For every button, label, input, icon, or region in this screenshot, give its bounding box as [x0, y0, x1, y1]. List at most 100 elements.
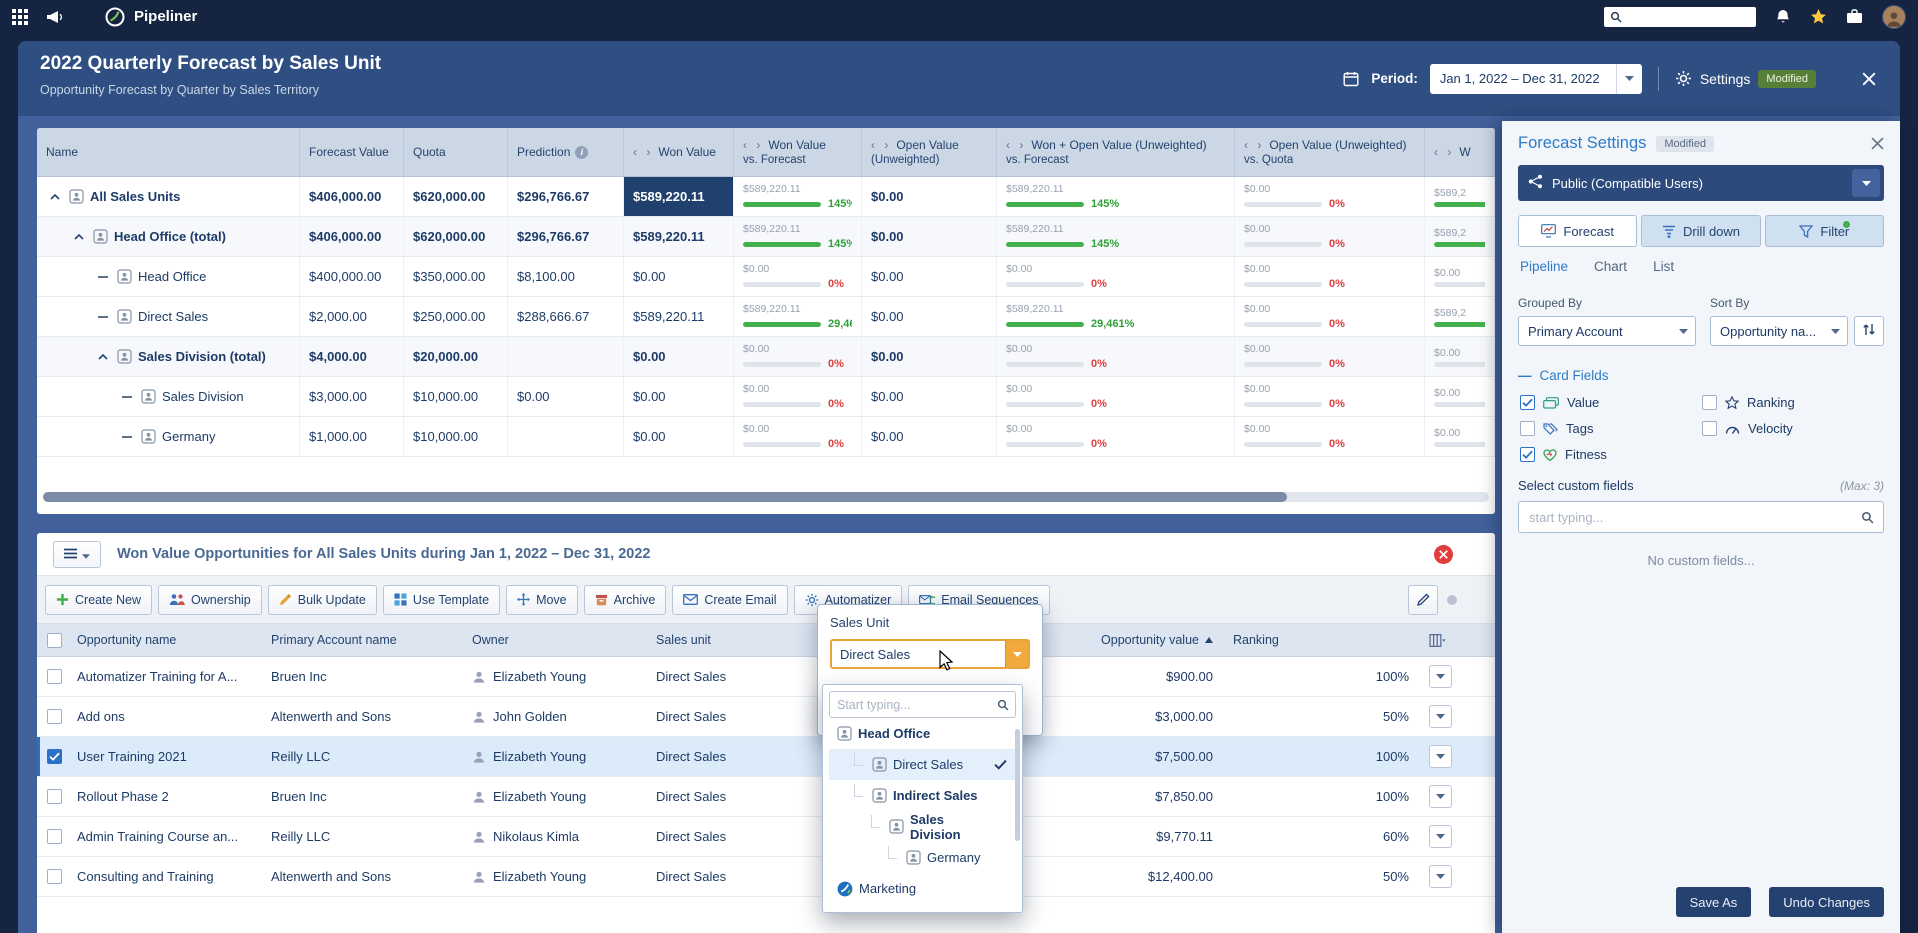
card-field-ranking[interactable]: Ranking [1702, 395, 1884, 410]
won-value-cell[interactable]: $0.00 [624, 417, 734, 456]
sales-unit-search[interactable] [829, 691, 1016, 718]
period-select[interactable]: Jan 1, 2022 – Dec 31, 2022 [1430, 64, 1642, 94]
won-value-cell[interactable]: $589,220.11 [624, 177, 734, 216]
column-resize-icons[interactable]: ‹ › [1244, 138, 1264, 152]
card-field-tags[interactable]: Tags [1520, 421, 1702, 436]
forecast-name-cell[interactable]: Head Office [37, 257, 300, 296]
column-resize-icons[interactable]: ‹ › [633, 145, 653, 159]
forecast-col-won-open-value-unweighted[interactable]: ‹ ›Won + Open Value (Unweighted) vs. For… [997, 128, 1235, 176]
checkbox[interactable] [1520, 447, 1535, 462]
row-checkbox[interactable] [47, 749, 62, 764]
save-as-button[interactable]: Save As [1676, 887, 1752, 917]
settings-button[interactable]: Settings Modified [1675, 70, 1816, 88]
sales-unit-option-indirect-sales[interactable]: Indirect Sales [829, 780, 1016, 811]
collapse-icon[interactable] [95, 354, 111, 360]
col-header-owner[interactable]: Owner [462, 633, 646, 647]
sort-direction-button[interactable] [1854, 316, 1884, 346]
use-template-button[interactable]: Use Template [383, 585, 500, 615]
col-header-sales-unit[interactable]: Sales unit [646, 633, 817, 647]
opportunity-row[interactable]: Add ons Altenwerth and Sons John Golden … [37, 697, 1495, 737]
opportunity-name-cell[interactable]: Automatizer Training for A... [67, 657, 261, 696]
briefcase-icon[interactable] [1846, 9, 1863, 24]
forecast-col-won-value[interactable]: ‹ ›Won Value [624, 128, 734, 176]
move-button[interactable]: Move [506, 585, 578, 615]
announcements-megaphone-icon[interactable] [46, 10, 64, 24]
sales-unit-option-direct-sales[interactable]: Direct Sales [829, 749, 1016, 780]
row-expand-button[interactable] [1429, 825, 1452, 848]
subtab-pipeline[interactable]: Pipeline [1520, 259, 1568, 274]
tab-filter[interactable]: Filter [1765, 215, 1884, 247]
col-header-ranking[interactable]: Ranking [1223, 633, 1419, 647]
won-value-cell[interactable]: $0.00 [624, 257, 734, 296]
forecast-name-cell[interactable]: Direct Sales [37, 297, 300, 336]
app-grid-icon[interactable] [12, 9, 28, 25]
column-resize-icons[interactable]: ‹ › [871, 138, 891, 152]
column-resize-icons[interactable]: ‹ › [743, 138, 763, 152]
sales-unit-combobox[interactable]: Direct Sales [830, 639, 1030, 669]
card-field-value[interactable]: Value [1520, 395, 1702, 410]
ownership-button[interactable]: Ownership [158, 585, 262, 615]
forecast-col-open-value-unweighted[interactable]: ‹ ›Open Value (Unweighted) vs. Quota [1235, 128, 1425, 176]
forecast-row[interactable]: All Sales Units $406,000.00 $620,000.00 … [37, 177, 1495, 217]
opportunity-row[interactable]: Rollout Phase 2 Bruen Inc Elizabeth Youn… [37, 777, 1495, 817]
won-value-cell[interactable]: $0.00 [624, 377, 734, 416]
favorites-star-icon[interactable] [1810, 9, 1827, 25]
tab-drill-down[interactable]: Drill down [1641, 215, 1760, 247]
tab-forecast[interactable]: Forecast [1518, 215, 1637, 247]
chevron-down-icon[interactable] [1005, 641, 1028, 667]
select-all-checkbox[interactable] [47, 633, 62, 648]
column-resize-icons[interactable]: ‹ › [1434, 145, 1454, 159]
opportunity-name-cell[interactable]: User Training 2021 [67, 737, 261, 776]
col-header-opportunity-name[interactable]: Opportunity name [67, 633, 261, 647]
forecast-row[interactable]: Head Office (total) $406,000.00 $620,000… [37, 217, 1495, 257]
row-expand-button[interactable] [1429, 785, 1452, 808]
visibility-selector[interactable]: Public (Compatible Users) [1518, 165, 1884, 201]
collapse-icon[interactable] [71, 234, 87, 240]
opportunity-row[interactable]: User Training 2021 Reilly LLC Elizabeth … [37, 737, 1495, 777]
row-checkbox[interactable] [47, 669, 62, 684]
close-report-icon[interactable] [1862, 72, 1876, 86]
sales-unit-search-input[interactable] [830, 698, 997, 712]
forecast-col-won-value[interactable]: ‹ ›Won Value vs. Forecast [734, 128, 862, 176]
opportunity-name-cell[interactable]: Rollout Phase 2 [67, 777, 261, 816]
opportunity-name-cell[interactable]: Admin Training Course an... [67, 817, 261, 856]
forecast-row[interactable]: Sales Division $3,000.00 $10,000.00 $0.0… [37, 377, 1495, 417]
checkbox[interactable] [1702, 395, 1717, 410]
won-value-cell[interactable]: $589,220.11 [624, 217, 734, 256]
col-header-primary-account[interactable]: Primary Account name [261, 633, 462, 647]
sales-unit-option-sales-division[interactable]: Sales Division [829, 811, 1016, 842]
sales-unit-option-marketing[interactable]: Marketing [829, 873, 1016, 904]
user-avatar[interactable] [1882, 5, 1906, 29]
forecast-col-name[interactable]: Name [37, 128, 300, 176]
undo-changes-button[interactable]: Undo Changes [1769, 887, 1884, 917]
row-checkbox[interactable] [47, 869, 62, 884]
col-header-opportunity-value[interactable]: Opportunity value [1046, 633, 1223, 647]
forecast-col-w[interactable]: ‹ ›W [1425, 128, 1495, 176]
forecast-row[interactable]: Direct Sales $2,000.00 $250,000.00 $288,… [37, 297, 1495, 337]
column-resize-icons[interactable]: ‹ › [1006, 138, 1026, 152]
row-expand-button[interactable] [1429, 705, 1452, 728]
info-icon[interactable]: i [575, 146, 588, 159]
sort-by-select[interactable]: Opportunity na... [1710, 316, 1848, 346]
row-checkbox[interactable] [47, 709, 62, 724]
row-expand-button[interactable] [1429, 745, 1452, 768]
won-value-cell[interactable]: $589,220.11 [624, 297, 734, 336]
grouped-by-select[interactable]: Primary Account [1518, 316, 1696, 346]
notifications-bell-icon[interactable] [1775, 8, 1791, 25]
pipeliner-logo[interactable]: Pipeliner [104, 6, 197, 28]
settings-close-icon[interactable] [1871, 137, 1884, 150]
sales-unit-option-head-office[interactable]: Head Office [829, 718, 1016, 749]
opportunity-name-cell[interactable]: Consulting and Training [67, 857, 261, 896]
forecast-col-prediction[interactable]: Predictioni [508, 128, 624, 176]
checkbox[interactable] [1702, 421, 1717, 436]
subtab-list[interactable]: List [1653, 259, 1674, 274]
forecast-name-cell[interactable]: Head Office (total) [37, 217, 300, 256]
row-checkbox[interactable] [47, 829, 62, 844]
forecast-name-cell[interactable]: All Sales Units [37, 177, 300, 216]
custom-fields-search[interactable] [1518, 501, 1884, 533]
column-settings-icon[interactable] [1429, 634, 1446, 647]
card-field-fitness[interactable]: Fitness [1520, 447, 1702, 462]
close-drilldown-button[interactable] [1434, 545, 1453, 564]
bulk-update-button[interactable]: Bulk Update [268, 585, 377, 615]
collapse-icon[interactable] [47, 194, 63, 200]
